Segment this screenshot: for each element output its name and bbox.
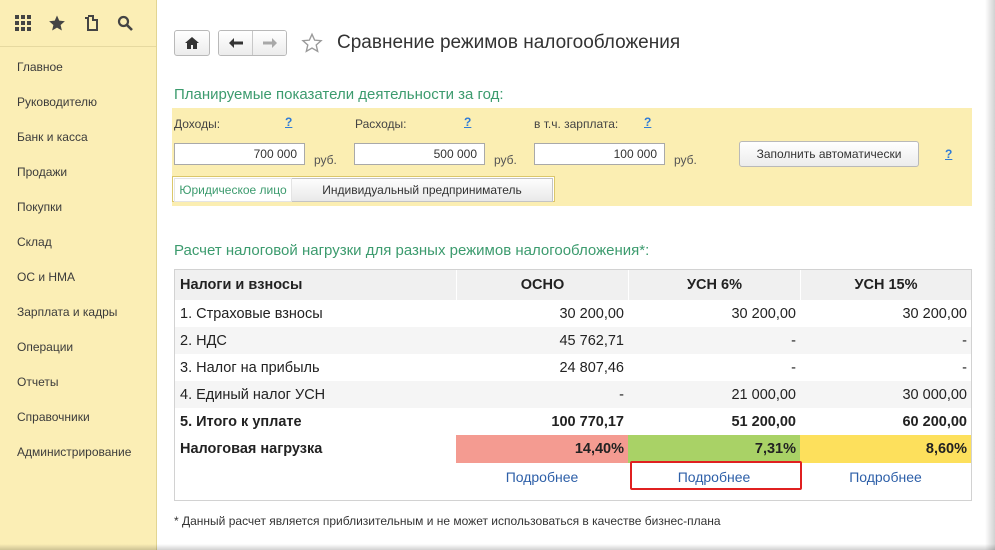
row-label: 4. Единый налог УСН: [180, 386, 326, 403]
tax-load-usn6: 7,31%: [628, 435, 800, 463]
cell-usn6: 21 000,00: [731, 386, 796, 403]
apps-grid-icon[interactable]: [6, 6, 40, 40]
sidebar-item-manager[interactable]: Руководителю: [0, 85, 156, 120]
expense-currency: руб.: [494, 153, 517, 167]
forward-button[interactable]: [252, 31, 286, 55]
cell-usn15: -: [962, 359, 967, 376]
row-label: 1. Страховые взносы: [180, 305, 323, 322]
total-usn15: 60 200,00: [902, 413, 967, 430]
home-icon: [185, 37, 199, 49]
table-row: 1. Страховые взносы 30 200,00 30 200,00 …: [175, 300, 971, 327]
star-icon[interactable]: [40, 6, 74, 40]
cell-usn15: 30 000,00: [902, 386, 967, 403]
sidebar-item-main[interactable]: Главное: [0, 50, 156, 85]
table-row: 3. Налог на прибыль 24 807,46 - -: [175, 354, 971, 381]
footnote: * Данный расчет является приблизительным…: [174, 514, 721, 528]
details-link-usn15[interactable]: Подробнее: [800, 469, 971, 485]
column-header-usn15: УСН 15%: [800, 270, 971, 300]
details-links-row: Подробнее Подробнее Подробнее: [175, 463, 971, 491]
expense-help-link[interactable]: ?: [464, 115, 471, 129]
details-link-osno[interactable]: Подробнее: [456, 469, 628, 485]
income-input[interactable]: [174, 143, 305, 165]
sidebar-toolbar: [0, 0, 156, 47]
row-label: 2. НДС: [180, 332, 227, 349]
cell-usn6: 30 200,00: [731, 305, 796, 322]
cell-usn15: 30 200,00: [902, 305, 967, 322]
arrow-left-icon: [228, 38, 243, 48]
auto-fill-help-link[interactable]: ?: [945, 147, 952, 161]
column-header-osno: ОСНО: [456, 270, 628, 300]
cell-usn6: -: [791, 332, 796, 349]
sidebar-item-bank[interactable]: Банк и касса: [0, 120, 156, 155]
tax-comparison-table: Налоги и взносы ОСНО УСН 6% УСН 15% 1. С…: [174, 269, 972, 501]
tax-load-usn15: 8,60%: [800, 435, 971, 463]
entity-option-legal[interactable]: Юридическое лицо: [174, 178, 292, 202]
cell-osno: 30 200,00: [559, 305, 624, 322]
expense-input[interactable]: [354, 143, 485, 165]
sidebar-item-operations[interactable]: Операции: [0, 330, 156, 365]
history-nav: [218, 30, 287, 56]
home-button[interactable]: [174, 30, 210, 56]
sidebar-menu: Главное Руководителю Банк и касса Продаж…: [0, 50, 156, 470]
cell-osno: 24 807,46: [559, 359, 624, 376]
table-header-row: Налоги и взносы ОСНО УСН 6% УСН 15%: [175, 270, 971, 300]
auto-fill-button[interactable]: Заполнить автоматически: [739, 141, 919, 167]
sidebar: Главное Руководителю Банк и касса Продаж…: [0, 0, 157, 550]
salary-input[interactable]: [534, 143, 665, 165]
cell-usn15: -: [962, 332, 967, 349]
highlight-frame: [630, 461, 802, 490]
column-header-usn6: УСН 6%: [628, 270, 800, 300]
sidebar-item-reports[interactable]: Отчеты: [0, 365, 156, 400]
calc-section-title: Расчет налоговой нагрузки для разных реж…: [174, 242, 650, 259]
sidebar-item-sales[interactable]: Продажи: [0, 155, 156, 190]
sidebar-item-warehouse[interactable]: Склад: [0, 225, 156, 260]
back-button[interactable]: [219, 31, 252, 55]
page-title: Сравнение режимов налогообложения: [337, 32, 681, 53]
entity-type-toggle: Юридическое лицо Индивидуальный предприн…: [172, 176, 555, 202]
tax-load-label: Налоговая нагрузка: [180, 441, 323, 457]
search-icon[interactable]: [108, 6, 142, 40]
salary-currency: руб.: [674, 153, 697, 167]
arrow-right-icon: [262, 38, 277, 48]
cell-osno: 45 762,71: [559, 332, 624, 349]
main-content: Сравнение режимов налогообложения Планир…: [157, 0, 995, 550]
table-row: 4. Единый налог УСН - 21 000,00 30 000,0…: [175, 381, 971, 408]
tax-load-row: Налоговая нагрузка 14,40% 7,31% 8,60%: [175, 435, 971, 463]
total-usn6: 51 200,00: [731, 413, 796, 430]
salary-help-link[interactable]: ?: [644, 115, 651, 129]
page-bottom-shadow: [0, 544, 995, 550]
sidebar-item-assets[interactable]: ОС и НМА: [0, 260, 156, 295]
income-currency: руб.: [314, 153, 337, 167]
page-edge-shadow: [985, 0, 995, 550]
total-osno: 100 770,17: [551, 413, 624, 430]
entity-option-individual[interactable]: Индивидуальный предприниматель: [292, 178, 553, 202]
row-label: 3. Налог на прибыль: [180, 359, 320, 376]
expense-label: Расходы:: [355, 117, 407, 131]
tax-load-osno: 14,40%: [456, 435, 628, 463]
column-header-taxes: Налоги и взносы: [180, 277, 303, 293]
cell-usn6: -: [791, 359, 796, 376]
income-help-link[interactable]: ?: [285, 115, 292, 129]
table-row: 2. НДС 45 762,71 - -: [175, 327, 971, 354]
sidebar-item-admin[interactable]: Администрирование: [0, 435, 156, 470]
sidebar-item-payroll[interactable]: Зарплата и кадры: [0, 295, 156, 330]
plan-section-title: Планируемые показатели деятельности за г…: [174, 86, 504, 103]
favorite-button[interactable]: [299, 30, 325, 56]
total-row: 5. Итого к уплате 100 770,17 51 200,00 6…: [175, 408, 971, 435]
total-label: 5. Итого к уплате: [180, 413, 302, 430]
sidebar-item-purchases[interactable]: Покупки: [0, 190, 156, 225]
sidebar-item-directories[interactable]: Справочники: [0, 400, 156, 435]
page-header: Сравнение режимов налогообложения: [174, 28, 680, 58]
income-label: Доходы:: [174, 117, 221, 131]
star-outline-icon: [301, 32, 323, 53]
cell-osno: -: [619, 386, 624, 403]
history-icon[interactable]: [74, 6, 108, 40]
salary-label: в т.ч. зарплата:: [534, 117, 619, 131]
